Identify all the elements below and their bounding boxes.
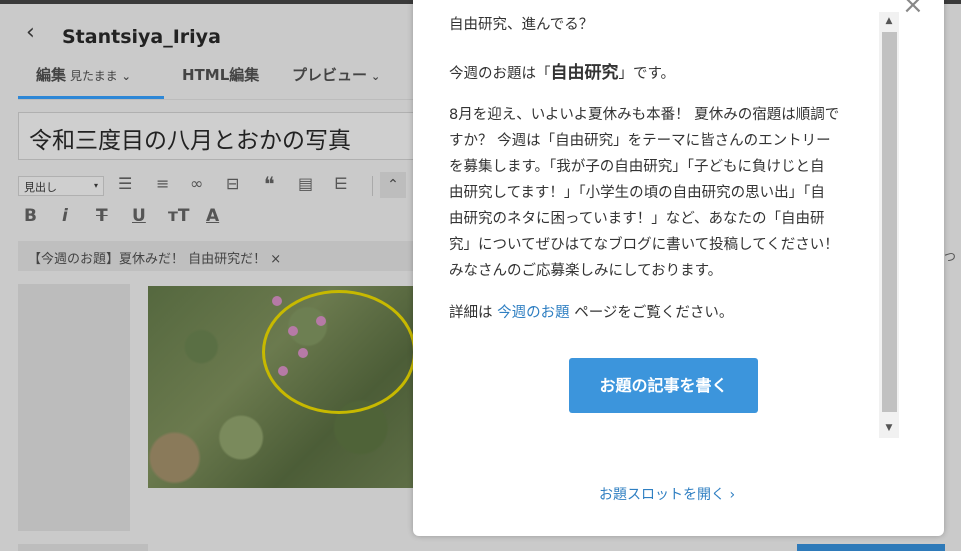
weekly-topic-link[interactable]: 今週のお題 [497,305,570,321]
list-ordered-icon[interactable]: ≡ [156,174,169,193]
link-icon[interactable]: ∞ [190,174,203,193]
theme-name: 自由研究 [550,63,619,83]
strikethrough-icon[interactable]: T [96,206,108,226]
bottom-right-button[interactable] [797,544,945,551]
theme-prefix: 今週のお題は「 [449,66,551,82]
quote-icon[interactable]: ❝ [264,172,275,196]
modal-detail: 詳細は 今週のお題 ページをご覧ください。 [449,300,879,326]
modal-scroll-area[interactable]: 自由研究、進んでる？ 今週のお題は「自由研究」です。 8月を迎え、いよいよ夏休み… [413,0,879,440]
flower-mark [272,296,282,306]
bottom-left-button[interactable] [18,544,148,551]
topic-tag-label: 【今週のお題】夏休みだ！ 自由研究だ！ [28,252,267,267]
bold-icon[interactable]: B [24,206,37,226]
topic-tag: 【今週のお題】夏休みだ！ 自由研究だ！ × [18,241,418,271]
post-title-input[interactable]: 令和三度目の八月とおかの写真 [18,112,438,160]
scrollbar-thumb[interactable] [882,32,897,412]
chevron-down-icon: ⌄ [121,70,131,83]
list-bullet-icon[interactable]: ☰ [118,174,132,193]
theme-suffix: 」です。 [618,66,676,82]
detail-suffix: ページをご覧ください。 [569,305,734,321]
scroll-up-icon[interactable]: ▲ [879,12,899,30]
modal-greeting: 自由研究、進んでる？ [449,17,594,33]
back-icon[interactable]: ‹ [26,20,35,45]
post-photo[interactable] [148,286,414,488]
scroll-down-icon[interactable]: ▼ [879,418,899,438]
tab-preview[interactable]: プレビュー ⌄ [292,64,380,85]
tab-preview-label: プレビュー [292,66,368,84]
tab-edit-sub: 見たまま [70,69,118,83]
table-icon[interactable]: ▤ [298,174,313,193]
collapse-toolbar-icon[interactable]: ⌃ [380,172,406,198]
text-color-icon[interactable]: A [206,206,219,226]
horizontal-rule-icon[interactable]: ⊟ [226,174,239,193]
more-icon[interactable]: ⋿ [334,174,348,193]
underline-icon[interactable]: U [132,206,146,226]
toolbar-separator [372,176,373,196]
modal-theme: 今週のお題は「自由研究」です。 [449,60,879,87]
clipped-text: つ [944,250,957,264]
format-select[interactable]: 見出し ▾ [18,176,104,196]
open-topic-slot-link[interactable]: お題スロットを開く › [599,484,735,504]
tab-edit[interactable]: 編集 見たまま ⌄ [36,64,131,85]
tab-edit-label: 編集 [36,66,67,84]
tab-active-indicator [18,96,164,99]
format-select-value: 見出し [24,181,57,194]
topic-modal: × 自由研究、進んでる？ 今週のお題は「自由研究」です。 8月を迎え、いよいよ夏… [413,0,944,536]
close-icon[interactable]: × [902,0,924,20]
italic-icon[interactable]: i [62,206,68,226]
chevron-down-icon: ⌄ [371,70,381,83]
modal-body-text: 8月を迎え、いよいよ夏休みも本番！ 夏休みの宿題は順調で すか？ 今週は「自由研… [449,107,840,279]
highlight-ellipse [262,290,414,414]
write-topic-article-button[interactable]: お題の記事を書く [569,358,758,413]
modal-scrollbar[interactable]: ▲ ▼ [879,12,899,438]
detail-prefix: 詳細は [449,305,498,321]
blog-title: Stantsiya_Iriya [62,26,221,48]
tab-html-edit[interactable]: HTML編集 [182,64,259,85]
close-icon[interactable]: × [270,252,281,267]
tab-divider [18,99,418,100]
content-gutter [18,284,130,531]
font-size-icon[interactable]: тT [168,206,189,226]
chevron-down-icon: ▾ [93,181,98,190]
